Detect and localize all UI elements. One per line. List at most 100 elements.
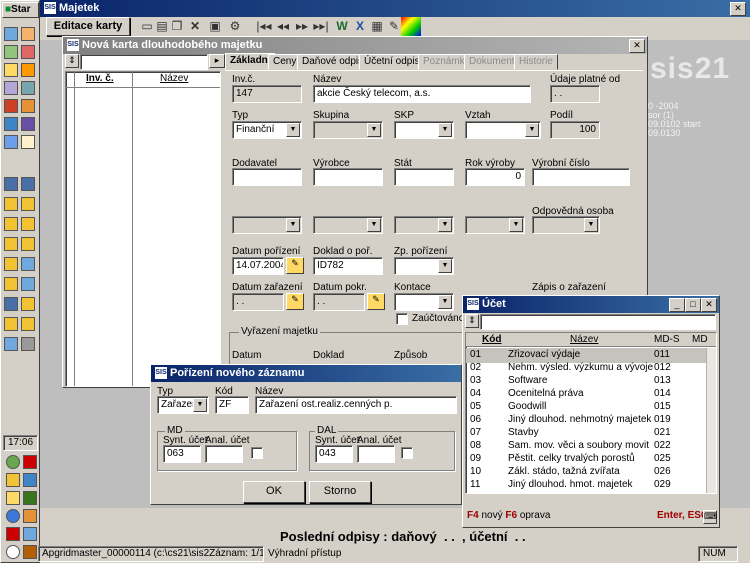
first-icon[interactable]: |◂◂	[254, 17, 274, 36]
task-icon[interactable]	[4, 277, 18, 291]
edit-card-button[interactable]: Editace karty	[46, 17, 130, 36]
tray-icon[interactable]	[23, 527, 37, 541]
contation-select[interactable]: ▼	[394, 293, 454, 311]
supplier-field[interactable]	[232, 168, 302, 186]
task-icon[interactable]	[21, 337, 35, 351]
chevron-down-icon[interactable]: ▼	[286, 218, 300, 232]
acq-date-field[interactable]: 14.07.2004	[232, 257, 284, 275]
dal-synt-field[interactable]: 043	[315, 445, 353, 463]
calendar-icon[interactable]: ✎	[367, 293, 385, 310]
task-icon[interactable]	[21, 257, 35, 271]
extra-select-3[interactable]: ▼	[394, 216, 454, 234]
firefox-icon[interactable]	[21, 99, 35, 113]
tray-icon[interactable]	[6, 509, 20, 523]
filter-icon[interactable]: ⇕	[465, 314, 479, 328]
network-icon[interactable]	[6, 455, 20, 469]
task-icon[interactable]	[21, 237, 35, 251]
chevron-down-icon[interactable]: ▼	[367, 123, 381, 137]
vertical-scrollbar[interactable]	[706, 348, 716, 493]
chevron-down-icon[interactable]: ▼	[584, 218, 598, 232]
header-name[interactable]: Název	[570, 334, 598, 345]
dal-checkbox[interactable]	[401, 447, 413, 459]
task-icon[interactable]	[4, 257, 18, 271]
task-icon[interactable]	[4, 197, 18, 211]
task-icon[interactable]	[4, 177, 18, 191]
media-icon[interactable]	[21, 45, 35, 59]
account-close-icon[interactable]: ✕	[701, 298, 717, 312]
extra-select-2[interactable]: ▼	[313, 216, 383, 234]
cancel-button[interactable]: Storno	[309, 481, 371, 503]
antivirus-icon[interactable]	[23, 455, 37, 469]
header-code[interactable]: Kód	[482, 334, 501, 345]
md-checkbox[interactable]	[251, 447, 263, 459]
calendar-icon[interactable]: ✎	[286, 257, 304, 274]
serial-field[interactable]	[532, 168, 630, 186]
keyboard-icon[interactable]: ⌨	[703, 510, 717, 524]
tray-icon[interactable]	[6, 545, 20, 559]
copy-icon[interactable]: ❐	[167, 17, 187, 36]
task-icon[interactable]	[4, 317, 18, 331]
tray-icon[interactable]	[6, 491, 20, 505]
type-select[interactable]: Finanční ▼	[232, 121, 302, 139]
state-field[interactable]	[394, 168, 454, 186]
task-icon[interactable]	[4, 337, 18, 351]
start-button[interactable]: ■Star	[2, 2, 39, 18]
chevron-down-icon[interactable]: ▼	[525, 123, 539, 137]
player-icon[interactable]	[21, 63, 35, 77]
task-icon[interactable]	[21, 317, 35, 331]
dialog-code-field[interactable]: ZF	[215, 396, 249, 414]
find-icon[interactable]	[21, 81, 35, 95]
last-icon[interactable]: ▸▸|	[311, 17, 331, 36]
maximize-icon[interactable]: □	[685, 298, 701, 312]
extra-select-1[interactable]: ▼	[232, 216, 302, 234]
excel-icon[interactable]: W	[332, 17, 352, 36]
card-close-icon[interactable]: ✕	[629, 39, 645, 53]
settings-icon[interactable]: ⚙	[225, 17, 245, 36]
account-filter-input[interactable]	[480, 314, 716, 330]
chevron-down-icon[interactable]: ▼	[438, 295, 452, 309]
close-icon[interactable]: ✕	[730, 2, 746, 16]
responsible-select[interactable]: ▼	[532, 216, 600, 234]
chevron-down-icon[interactable]: ▼	[193, 398, 207, 412]
md-synt-field[interactable]: 063	[163, 445, 201, 463]
extra-select-4[interactable]: ▼	[465, 216, 525, 234]
chevron-down-icon[interactable]: ▼	[509, 218, 523, 232]
task-icon[interactable]	[21, 177, 35, 191]
skp-select[interactable]: ▼	[394, 121, 454, 139]
md-anal-field[interactable]	[205, 445, 243, 463]
acq-doc-field[interactable]: ID782	[313, 257, 383, 275]
chevron-down-icon[interactable]: ▼	[367, 218, 381, 232]
tray-icon[interactable]	[6, 473, 20, 487]
task-icon[interactable]	[21, 277, 35, 291]
tray-icon[interactable]	[23, 491, 37, 505]
chevron-down-icon[interactable]: ▼	[438, 259, 452, 273]
mail-icon[interactable]	[4, 45, 18, 59]
tray-icon[interactable]	[23, 509, 37, 523]
tray-icon[interactable]	[23, 473, 37, 487]
task-icon[interactable]	[21, 217, 35, 231]
tray-icon[interactable]	[6, 527, 20, 541]
dal-anal-field[interactable]	[357, 445, 395, 463]
delete-icon[interactable]: ✕	[185, 17, 205, 36]
explorer-icon[interactable]	[4, 63, 18, 77]
task-icon[interactable]	[4, 237, 18, 251]
header-md-s[interactable]: MD-S	[654, 334, 680, 345]
task-icon[interactable]	[4, 297, 18, 311]
save-disk-icon[interactable]	[21, 117, 35, 131]
name-field[interactable]: akcie Český telecom, a.s.	[313, 85, 531, 103]
acq-method-select[interactable]: ▼	[394, 257, 454, 275]
incl-date-field[interactable]: . .	[232, 293, 284, 311]
header-md[interactable]: MD	[692, 334, 708, 345]
calendar-icon[interactable]: ✎	[286, 293, 304, 310]
task-icon[interactable]	[21, 197, 35, 211]
cont-date-field[interactable]: . .	[313, 293, 365, 311]
next-icon[interactable]: ▸▸	[292, 17, 312, 36]
ie-icon[interactable]	[4, 99, 18, 113]
palette-icon[interactable]	[401, 17, 421, 36]
tray-icon[interactable]	[23, 545, 37, 559]
filter-input[interactable]	[80, 54, 208, 70]
chevron-down-icon[interactable]: ▼	[286, 123, 300, 137]
globe-icon[interactable]	[4, 135, 18, 149]
help-icon[interactable]	[4, 117, 18, 131]
task-icon[interactable]	[21, 297, 35, 311]
